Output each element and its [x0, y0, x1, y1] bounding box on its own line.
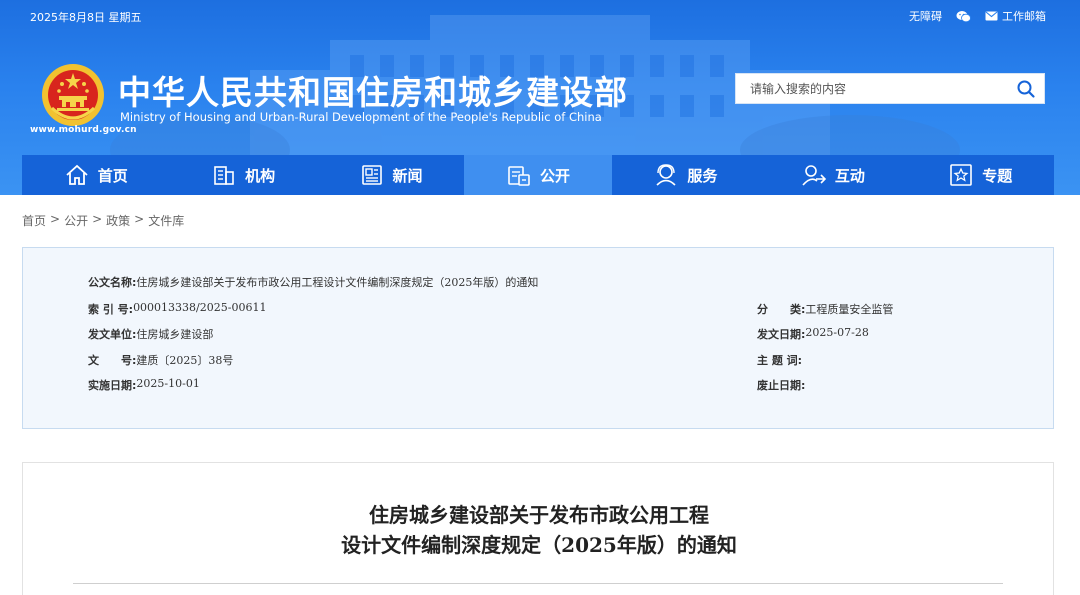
info-doc-number-label: 文 号:	[88, 354, 137, 367]
site-url: www.mohurd.gov.cn	[30, 125, 137, 135]
nav-label-organization: 机构	[245, 166, 276, 185]
document-title-line1: 住房城乡建设部关于发布市政公用工程	[369, 503, 709, 527]
nav-label-topic: 专题	[982, 166, 1013, 185]
info-category: 分 类: 工程质量安全监管	[757, 301, 893, 317]
main-nav: 首页 机构 新闻 公开 服务 互动 专题	[22, 155, 1054, 195]
nav-label-interaction: 互动	[834, 166, 865, 185]
current-date: 2025年8月8日 星期五	[30, 11, 142, 24]
breadcrumb-home[interactable]: 首页	[22, 212, 46, 229]
topic-icon	[950, 164, 973, 186]
wechat-icon[interactable]	[956, 10, 971, 23]
info-doc-name-value: 住房城乡建设部关于发布市政公用工程设计文件编制深度规定（2025年版）的通知	[136, 276, 539, 289]
info-doc-number: 文 号: 建质〔2025〕38号	[88, 352, 233, 368]
info-issuer-label: 发文单位:	[88, 328, 137, 341]
building-icon	[214, 166, 234, 185]
breadcrumb-separator: >	[92, 212, 103, 226]
info-effective-date-label: 实施日期:	[88, 379, 137, 392]
national-emblem-logo[interactable]	[40, 62, 106, 128]
search-input[interactable]	[736, 74, 1006, 103]
site-title-en: Ministry of Housing and Urban-Rural Deve…	[120, 110, 602, 124]
nav-item-topic[interactable]: 专题	[907, 155, 1054, 195]
info-doc-name-label: 公文名称:	[88, 276, 137, 289]
nav-item-interaction[interactable]: 互动	[759, 155, 906, 195]
info-issuer-value: 住房城乡建设部	[136, 328, 214, 341]
nav-item-news[interactable]: 新闻	[317, 155, 464, 195]
nav-label-home: 首页	[97, 166, 128, 185]
breadcrumb-separator: >	[50, 212, 61, 226]
home-icon	[66, 164, 88, 185]
service-icon	[656, 164, 676, 186]
info-issue-date: 发文日期: 2025-07-28	[757, 326, 869, 342]
nav-label-disclosure: 公开	[539, 166, 570, 185]
info-effective-date: 实施日期: 2025-10-01	[88, 377, 200, 393]
info-keywords-label: 主 题 词:	[757, 354, 803, 367]
document-title-line2: 设计文件编制深度规定（2025年版）的通知	[341, 533, 737, 557]
info-index-value: 000013338/2025-00611	[133, 301, 267, 314]
title-divider	[73, 583, 1003, 584]
info-abolish-date-label: 废止日期:	[757, 379, 806, 392]
info-issue-date-label: 发文日期:	[757, 328, 806, 341]
breadcrumb-separator: >	[134, 212, 145, 226]
site-title: 中华人民共和国住房和城乡建设部	[118, 73, 628, 112]
disclosure-icon	[508, 166, 530, 186]
info-doc-number-value: 建质〔2025〕38号	[136, 354, 234, 367]
search-box	[735, 73, 1045, 104]
info-issuer: 发文单位: 住房城乡建设部	[88, 326, 213, 342]
breadcrumb-document-library[interactable]: 文件库	[148, 212, 184, 229]
info-doc-name: 公文名称: 住房城乡建设部关于发布市政公用工程设计文件编制深度规定（2025年版…	[88, 274, 538, 290]
work-mail-label: 工作邮箱	[1002, 10, 1046, 23]
breadcrumb: 首页 > 公开 > 政策 > 文件库	[22, 212, 184, 229]
breadcrumb-policy[interactable]: 政策	[106, 212, 130, 229]
document-body: 住房城乡建设部关于发布市政公用工程 设计文件编制深度规定（2025年版）的通知	[22, 462, 1054, 595]
mail-icon	[985, 11, 998, 21]
nav-item-home[interactable]: 首页	[22, 155, 169, 195]
nav-label-news: 新闻	[392, 166, 423, 185]
info-category-label: 分 类:	[757, 303, 806, 316]
top-bar: 2025年8月8日 星期五 无障碍 工作邮箱	[0, 0, 1080, 32]
info-effective-date-value: 2025-10-01	[136, 377, 200, 390]
info-issue-date-value: 2025-07-28	[805, 326, 869, 339]
nav-item-organization[interactable]: 机构	[169, 155, 316, 195]
info-index-label: 索 引 号:	[88, 303, 134, 316]
work-mail-link[interactable]: 工作邮箱	[985, 8, 1046, 24]
site-header: 2025年8月8日 星期五 无障碍 工作邮箱 www.mohurd.gov.cn…	[0, 0, 1080, 195]
accessibility-link[interactable]: 无障碍	[909, 8, 942, 24]
document-info-panel: 公文名称: 住房城乡建设部关于发布市政公用工程设计文件编制深度规定（2025年版…	[22, 247, 1054, 429]
info-index: 索 引 号: 000013338/2025-00611	[88, 301, 266, 317]
info-category-value: 工程质量安全监管	[805, 303, 894, 316]
breadcrumb-disclosure[interactable]: 公开	[64, 212, 88, 229]
nav-label-service: 服务	[687, 166, 718, 185]
news-icon	[361, 165, 382, 185]
nav-item-disclosure[interactable]: 公开	[464, 155, 612, 195]
nav-item-service[interactable]: 服务	[612, 155, 759, 195]
info-abolish-date: 废止日期:	[757, 377, 805, 393]
search-icon[interactable]	[1016, 79, 1036, 99]
interaction-icon	[802, 165, 826, 186]
info-keywords: 主 题 词:	[757, 352, 802, 368]
